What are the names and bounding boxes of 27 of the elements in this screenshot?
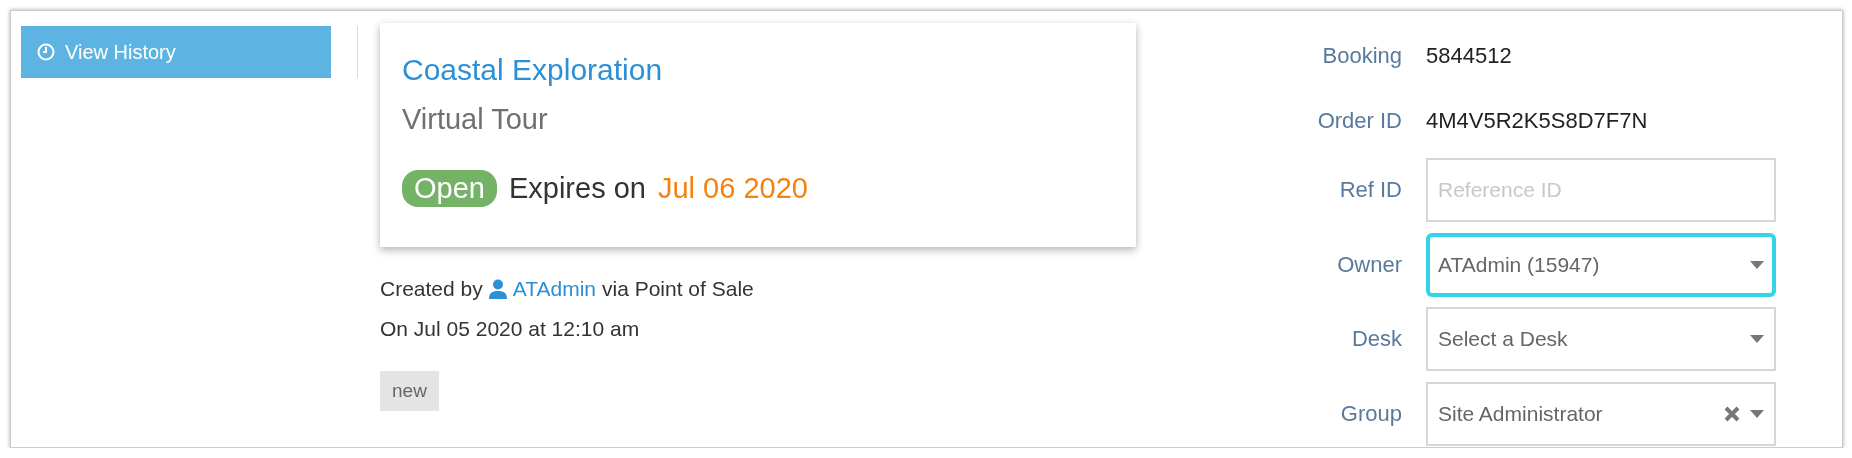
expires-label: Expires on	[508, 172, 646, 205]
field-label: Booking	[1322, 43, 1402, 70]
field-label: Order ID	[1317, 107, 1402, 134]
tag: new	[380, 371, 439, 411]
field-label: Owner	[1337, 251, 1402, 278]
clock-icon	[37, 43, 55, 61]
caret-icon	[1750, 409, 1764, 418]
caret-icon	[1750, 260, 1764, 269]
created-via-text: via Point of Sale	[602, 277, 754, 301]
product-title[interactable]: Coastal Exploration	[402, 53, 663, 87]
created-by-label: Created by	[380, 277, 483, 301]
product-subtitle: Virtual Tour	[402, 103, 548, 136]
field-label: Desk	[1351, 326, 1402, 353]
status-badge: Open	[402, 170, 497, 207]
caret-icon	[1750, 335, 1764, 344]
created-date: On Jul 05 2020 at 12:10 am	[380, 317, 641, 341]
field-label: Ref ID	[1339, 177, 1402, 204]
user-icon	[488, 279, 507, 299]
user-link[interactable]: ATAdmin	[512, 277, 596, 301]
select-field[interactable]: Site Administrator	[1426, 381, 1776, 446]
field-value: 5844512	[1426, 42, 1513, 71]
select-field[interactable]: ATAdmin (15947)	[1426, 232, 1776, 297]
clear-icon[interactable]	[1724, 405, 1740, 422]
expires-date: Jul 06 2020	[657, 172, 808, 205]
field-value: 4M4V5R2K5S8D7F7N	[1426, 106, 1649, 135]
select-field[interactable]: Select a Desk	[1426, 307, 1776, 372]
field-label: Group	[1340, 400, 1402, 427]
